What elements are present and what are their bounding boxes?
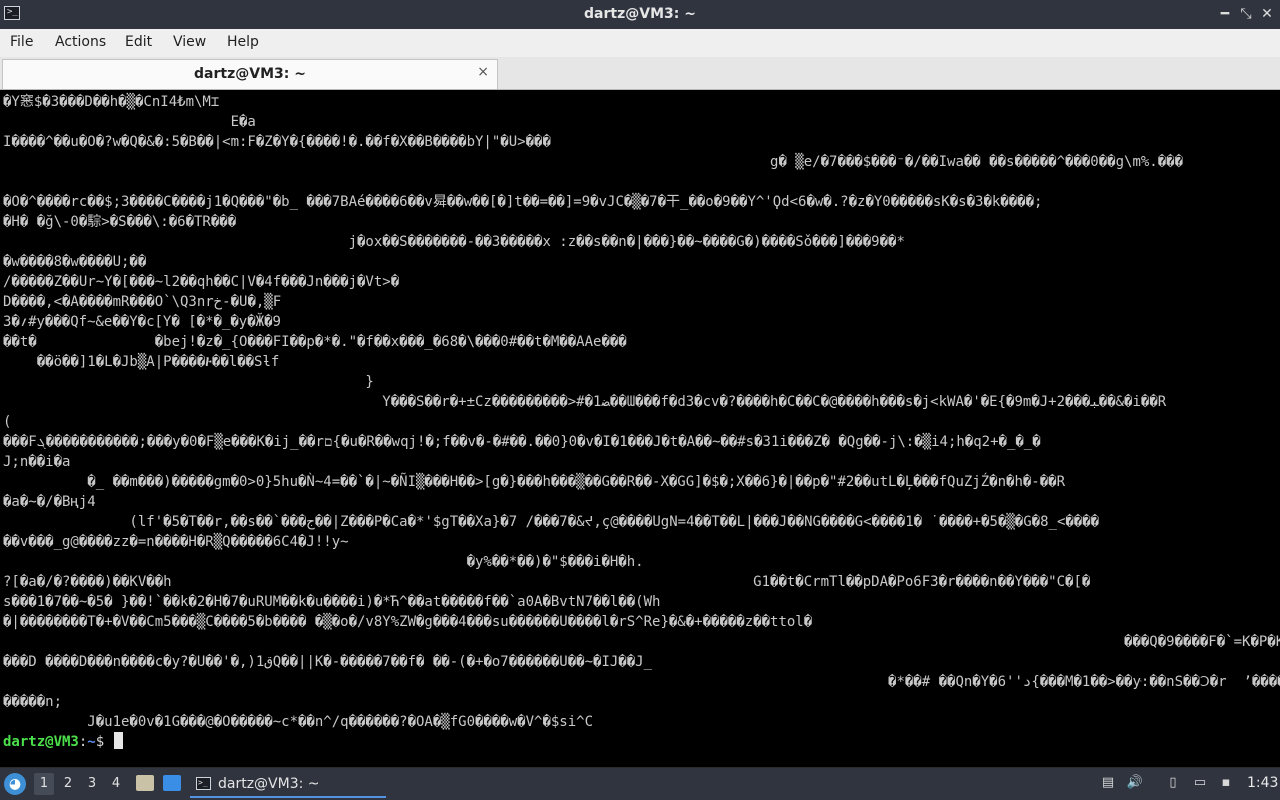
terminal-line: �a�~�/�Bңj4 [3,494,96,510]
workspace-1[interactable]: 1 [34,773,54,795]
window-title: dartz@VM3: ~ [584,6,696,22]
prompt-symbol: $ [95,734,113,750]
menu-actions[interactable]: Actions [55,34,106,50]
terminal-line: (lf'�5�T��r,��s��`���ج��|Z���P�Ca�*'$gT�… [3,514,1100,530]
prompt-user-host: dartz@VM3 [3,734,79,750]
prompt-path: ~ [87,734,96,750]
minimize-button[interactable]: ━ [1215,4,1235,24]
menu-help[interactable]: Help [227,34,259,50]
drive-icon[interactable]: ▤ [1099,774,1117,792]
terminal-line: /�����Z��Ur~Y�[���~l2��qh��C|V�4f���Jn��… [3,274,400,290]
network-icon[interactable]: ▪ [1217,774,1235,792]
terminal-line: �*��# ��Qn�Y�6''ﺩ{���M�1��>��yּ:��nS��Ↄ�… [3,674,1280,690]
terminal-line: 3�؍#y���Qf~&e��Y�c[Y� [�*�_�y�Ӂ�9 [3,314,281,330]
terminal-line: �����n; [3,694,63,710]
display-icon[interactable]: ▭ [1191,774,1209,792]
terminal-line: �_ ��m���)�����gm�0>0}5hu�Ǹ~4=��`�|~�ÑI▒… [3,474,1066,490]
terminal-line: W��]�=� [3,172,1280,192]
terminal-line: j�ox��S�������-��3�����x :z��s��n�|���}�… [3,234,905,250]
terminal-line: E�a [3,114,256,130]
terminal-line: ��v���_g@����zz�=n����H�R▒Q�����6C4�J!!y… [3,534,349,550]
menu-file[interactable]: File [10,34,33,50]
terminal-line: �w����8�w����U;�� [3,254,147,270]
workspace-4[interactable]: 4 [106,773,126,795]
terminal-line: Y���S��r�+±Cz���������>#�1ﻀ��Ɯ���f�d3�cv… [3,394,1167,410]
menu-view[interactable]: View [173,34,206,50]
terminal-line: �Y窸$�3���D��h�▒�CnI4₺m\M⌶ [3,94,220,110]
minimize-icon: ━ [1220,6,1230,22]
clipboard-icon[interactable]: ▯ [1164,774,1182,792]
terminal-line: ���Q�9����F�`=K�P�K��▒+(]L��d [3,634,1280,650]
terminal-task-icon: >_ [196,777,211,790]
maximize-button[interactable]: ⤡ [1236,4,1256,24]
terminal-line: �H� �ğ\-0�騌>�S���\:�6�TR��� [3,214,237,230]
terminal-line: �y%��*��)�"$���i�H�h. [3,554,644,570]
close-icon: ✕ [1261,6,1273,22]
terminal-line: ( [3,414,12,430]
terminal-line: ��t� �bej!�z�_{O���FI��p�*�."�f��x���_�6… [3,334,627,350]
taskbar: ◕ 1 2 3 4 >_ dartz@VM3: ~ ▤ 🔊 ▯ ▭ ▪ 1:43 [0,768,1280,800]
workspace-3[interactable]: 3 [82,773,102,795]
task-label: dartz@VM3: ~ [218,776,320,792]
tab-close-icon[interactable]: × [477,64,489,80]
menu-edit[interactable]: Edit [125,34,152,50]
terminal-output[interactable]: �Y窸$�3���D��h�▒�CnI4₺m\M⌶ E�a I����^��u�O… [0,90,1280,767]
terminal-line: �O�^����rc��$;3����C����j1�Q���"�b_ ���7… [3,194,1043,210]
window-titlebar[interactable]: >_ dartz@VM3: ~ ━ ⤡ ✕ [0,0,1280,29]
menu-bar: File Actions Edit View Help [0,29,1280,57]
terminal-line: J;n��i�a [3,454,71,470]
terminal-line: g� ▒e/�7���$���⁻�/��Iwa�� ��s�����^���0�… [3,154,1184,170]
tab-strip: dartz@VM3: ~ × [0,57,1280,90]
show-desktop-icon[interactable] [163,775,181,791]
terminal-line: ���D ����D���n����c�y?�U��'�,)1ﻕQ��||K�-… [3,654,653,670]
terminal-line: I����^��u�O�?w�Q�&�:5�B��|<m:F�Z�Y�{����… [3,134,551,150]
file-manager-launcher-icon[interactable] [136,775,154,791]
terminal-line: ?[�a�/�?����)��KV��h G1��t�CrmTl��pDA�Po… [3,574,1091,590]
terminal-scrollbar[interactable] [1253,90,1280,767]
terminal-line: } [3,374,374,390]
shell-prompt[interactable]: dartz@VM3:~$ [3,732,123,752]
restore-icon: ⤡ [1240,6,1252,22]
distro-logo-icon: ◕ [8,776,22,792]
terminal-line: s���1�7��~�5� }��!`��k�2�H�7�uRUM��k�u��… [3,594,661,610]
tab-label: dartz@VM3: ~ [194,66,306,82]
volume-icon[interactable]: 🔊 [1126,774,1144,792]
clock: 1:43 [1247,775,1279,791]
tab-terminal[interactable]: dartz@VM3: ~ × [2,59,498,89]
workspace-2[interactable]: 2 [58,773,78,795]
taskbar-task-terminal[interactable]: >_ dartz@VM3: ~ [190,772,386,798]
terminal-line: J�u1e�0v�1G���@�O�����~c*��n^/q������?�O… [3,714,594,730]
text-cursor [113,732,123,749]
terminal-line: ���Fܓ�����������;���y�0�F▒e���K�ij_��rם{… [3,434,1041,450]
terminal-line: D����,<�A����mR���O`\Q3nrخ-�U�,▒F [3,294,282,310]
start-menu-button[interactable]: ◕ [4,773,26,795]
terminal-line: �|��������T�+�V��Cm5���▒C����5�b���� �▒�… [3,614,813,630]
terminal-line: ��ö��]1�L�Jb▒A|P����᎙��l��Sƚf [3,354,280,370]
close-window-button[interactable]: ✕ [1257,4,1277,24]
